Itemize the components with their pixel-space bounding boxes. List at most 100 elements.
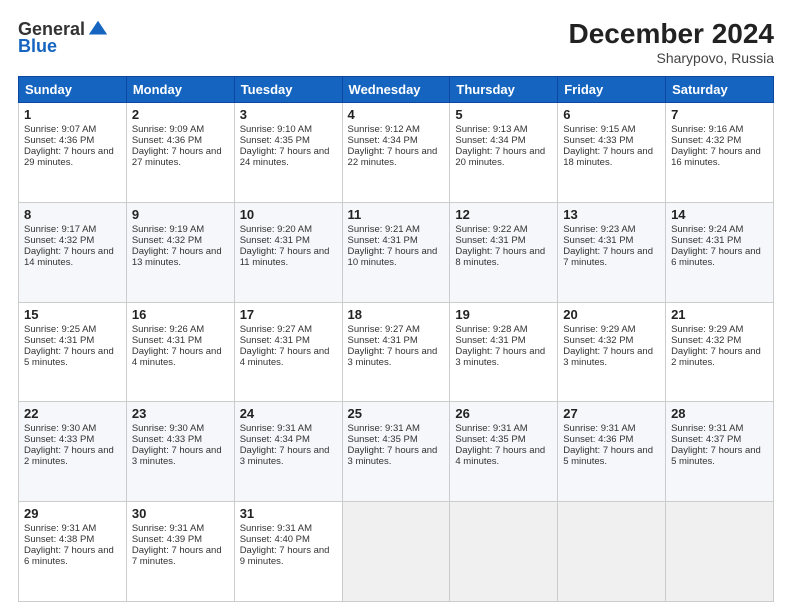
- cell-empty-2: [450, 502, 558, 602]
- cell-daylight: Daylight: 7 hours and 14 minutes.: [24, 246, 114, 268]
- cell-sunrise: Sunrise: 9:31 AM: [240, 523, 312, 534]
- cell-dec-14: 14 Sunrise: 9:24 AM Sunset: 4:31 PM Dayl…: [666, 202, 774, 302]
- cell-sunrise: Sunrise: 9:20 AM: [240, 224, 312, 235]
- cell-daylight: Daylight: 7 hours and 20 minutes.: [455, 146, 545, 168]
- cell-sunset: Sunset: 4:35 PM: [240, 135, 310, 146]
- calendar-row-5: 29 Sunrise: 9:31 AM Sunset: 4:38 PM Dayl…: [19, 502, 774, 602]
- cell-daylight: Daylight: 7 hours and 3 minutes.: [348, 445, 438, 467]
- header-friday: Friday: [558, 77, 666, 103]
- cell-dec-13: 13 Sunrise: 9:23 AM Sunset: 4:31 PM Dayl…: [558, 202, 666, 302]
- cell-dec-4: 4 Sunrise: 9:12 AM Sunset: 4:34 PM Dayli…: [342, 103, 450, 203]
- cell-sunrise: Sunrise: 9:30 AM: [24, 423, 96, 434]
- header-monday: Monday: [126, 77, 234, 103]
- day-number: 7: [671, 107, 768, 122]
- cell-sunset: Sunset: 4:31 PM: [348, 235, 418, 246]
- cell-sunset: Sunset: 4:33 PM: [563, 135, 633, 146]
- header-tuesday: Tuesday: [234, 77, 342, 103]
- day-number: 2: [132, 107, 229, 122]
- cell-dec-30: 30 Sunrise: 9:31 AM Sunset: 4:39 PM Dayl…: [126, 502, 234, 602]
- cell-daylight: Daylight: 7 hours and 6 minutes.: [24, 545, 114, 567]
- cell-sunset: Sunset: 4:31 PM: [240, 235, 310, 246]
- cell-dec-15: 15 Sunrise: 9:25 AM Sunset: 4:31 PM Dayl…: [19, 302, 127, 402]
- cell-sunrise: Sunrise: 9:25 AM: [24, 324, 96, 335]
- cell-sunrise: Sunrise: 9:29 AM: [563, 324, 635, 335]
- cell-sunrise: Sunrise: 9:28 AM: [455, 324, 527, 335]
- cell-daylight: Daylight: 7 hours and 3 minutes.: [240, 445, 330, 467]
- cell-sunrise: Sunrise: 9:16 AM: [671, 124, 743, 135]
- cell-sunset: Sunset: 4:31 PM: [671, 235, 741, 246]
- cell-empty-3: [558, 502, 666, 602]
- calendar-header-row: Sunday Monday Tuesday Wednesday Thursday…: [19, 77, 774, 103]
- cell-dec-29: 29 Sunrise: 9:31 AM Sunset: 4:38 PM Dayl…: [19, 502, 127, 602]
- calendar-table: Sunday Monday Tuesday Wednesday Thursday…: [18, 76, 774, 602]
- cell-daylight: Daylight: 7 hours and 16 minutes.: [671, 146, 761, 168]
- cell-sunrise: Sunrise: 9:12 AM: [348, 124, 420, 135]
- page: General Blue December 2024 Sharypovo, Ru…: [0, 0, 792, 612]
- cell-dec-22: 22 Sunrise: 9:30 AM Sunset: 4:33 PM Dayl…: [19, 402, 127, 502]
- cell-sunrise: Sunrise: 9:27 AM: [348, 324, 420, 335]
- cell-dec-12: 12 Sunrise: 9:22 AM Sunset: 4:31 PM Dayl…: [450, 202, 558, 302]
- day-number: 10: [240, 207, 337, 222]
- cell-sunset: Sunset: 4:35 PM: [455, 434, 525, 445]
- cell-sunrise: Sunrise: 9:29 AM: [671, 324, 743, 335]
- cell-dec-25: 25 Sunrise: 9:31 AM Sunset: 4:35 PM Dayl…: [342, 402, 450, 502]
- cell-sunrise: Sunrise: 9:24 AM: [671, 224, 743, 235]
- cell-dec-28: 28 Sunrise: 9:31 AM Sunset: 4:37 PM Dayl…: [666, 402, 774, 502]
- cell-dec-17: 17 Sunrise: 9:27 AM Sunset: 4:31 PM Dayl…: [234, 302, 342, 402]
- cell-sunset: Sunset: 4:31 PM: [132, 335, 202, 346]
- day-number: 17: [240, 307, 337, 322]
- day-number: 22: [24, 406, 121, 421]
- cell-sunrise: Sunrise: 9:30 AM: [132, 423, 204, 434]
- day-number: 29: [24, 506, 121, 521]
- cell-sunset: Sunset: 4:31 PM: [348, 335, 418, 346]
- cell-sunrise: Sunrise: 9:22 AM: [455, 224, 527, 235]
- header-thursday: Thursday: [450, 77, 558, 103]
- day-number: 27: [563, 406, 660, 421]
- cell-daylight: Daylight: 7 hours and 4 minutes.: [455, 445, 545, 467]
- day-number: 24: [240, 406, 337, 421]
- cell-daylight: Daylight: 7 hours and 24 minutes.: [240, 146, 330, 168]
- cell-dec-8: 8 Sunrise: 9:17 AM Sunset: 4:32 PM Dayli…: [19, 202, 127, 302]
- day-number: 4: [348, 107, 445, 122]
- cell-dec-3: 3 Sunrise: 9:10 AM Sunset: 4:35 PM Dayli…: [234, 103, 342, 203]
- cell-daylight: Daylight: 7 hours and 2 minutes.: [671, 346, 761, 368]
- cell-dec-20: 20 Sunrise: 9:29 AM Sunset: 4:32 PM Dayl…: [558, 302, 666, 402]
- day-number: 30: [132, 506, 229, 521]
- cell-daylight: Daylight: 7 hours and 11 minutes.: [240, 246, 330, 268]
- cell-daylight: Daylight: 7 hours and 5 minutes.: [671, 445, 761, 467]
- cell-sunset: Sunset: 4:37 PM: [671, 434, 741, 445]
- cell-sunset: Sunset: 4:31 PM: [455, 235, 525, 246]
- day-number: 31: [240, 506, 337, 521]
- cell-daylight: Daylight: 7 hours and 8 minutes.: [455, 246, 545, 268]
- cell-dec-1: 1 Sunrise: 9:07 AM Sunset: 4:36 PM Dayli…: [19, 103, 127, 203]
- day-number: 3: [240, 107, 337, 122]
- day-number: 26: [455, 406, 552, 421]
- cell-daylight: Daylight: 7 hours and 6 minutes.: [671, 246, 761, 268]
- calendar-row-4: 22 Sunrise: 9:30 AM Sunset: 4:33 PM Dayl…: [19, 402, 774, 502]
- cell-sunrise: Sunrise: 9:31 AM: [240, 423, 312, 434]
- calendar-row-3: 15 Sunrise: 9:25 AM Sunset: 4:31 PM Dayl…: [19, 302, 774, 402]
- day-number: 23: [132, 406, 229, 421]
- cell-dec-18: 18 Sunrise: 9:27 AM Sunset: 4:31 PM Dayl…: [342, 302, 450, 402]
- day-number: 12: [455, 207, 552, 222]
- calendar-row-1: 1 Sunrise: 9:07 AM Sunset: 4:36 PM Dayli…: [19, 103, 774, 203]
- cell-dec-11: 11 Sunrise: 9:21 AM Sunset: 4:31 PM Dayl…: [342, 202, 450, 302]
- cell-daylight: Daylight: 7 hours and 3 minutes.: [563, 346, 653, 368]
- day-number: 5: [455, 107, 552, 122]
- cell-dec-9: 9 Sunrise: 9:19 AM Sunset: 4:32 PM Dayli…: [126, 202, 234, 302]
- cell-daylight: Daylight: 7 hours and 2 minutes.: [24, 445, 114, 467]
- cell-dec-2: 2 Sunrise: 9:09 AM Sunset: 4:36 PM Dayli…: [126, 103, 234, 203]
- cell-sunrise: Sunrise: 9:10 AM: [240, 124, 312, 135]
- cell-dec-19: 19 Sunrise: 9:28 AM Sunset: 4:31 PM Dayl…: [450, 302, 558, 402]
- cell-empty-1: [342, 502, 450, 602]
- cell-daylight: Daylight: 7 hours and 3 minutes.: [455, 346, 545, 368]
- header-wednesday: Wednesday: [342, 77, 450, 103]
- cell-dec-31: 31 Sunrise: 9:31 AM Sunset: 4:40 PM Dayl…: [234, 502, 342, 602]
- cell-daylight: Daylight: 7 hours and 4 minutes.: [240, 346, 330, 368]
- day-number: 9: [132, 207, 229, 222]
- cell-sunset: Sunset: 4:33 PM: [24, 434, 94, 445]
- day-number: 28: [671, 406, 768, 421]
- logo: General Blue: [18, 18, 109, 57]
- cell-empty-4: [666, 502, 774, 602]
- cell-daylight: Daylight: 7 hours and 22 minutes.: [348, 146, 438, 168]
